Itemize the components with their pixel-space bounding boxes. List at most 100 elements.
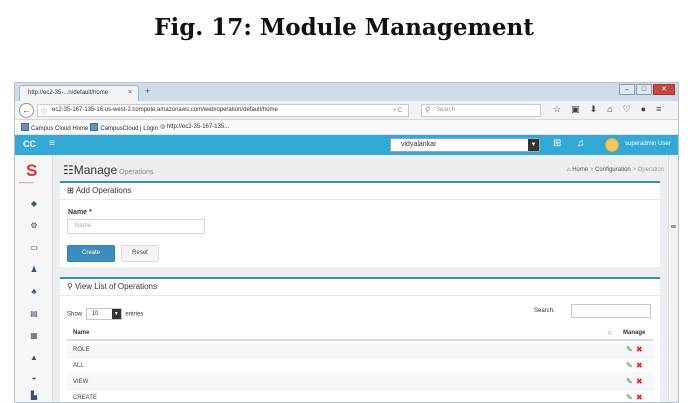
create-button[interactable]: Create [67, 245, 115, 262]
bookmark-icon [90, 123, 99, 131]
table-header: Name ⇅ Manage [67, 326, 653, 341]
delete-icon[interactable]: ✖ [636, 361, 643, 370]
avatar[interactable] [605, 138, 619, 152]
edit-icon[interactable]: ✎ [626, 361, 633, 370]
sidebar: S ━━━━━━━━ ◆ ⚙ ▭ ♟ ♣ ▤ ▦ ▲ ◒ ▙ [15, 155, 53, 402]
address-bar[interactable]: ⓘ ec2-35-167-135-16.us-west-2.compute.am… [37, 104, 409, 117]
notification-bell-icon[interactable]: ♫ [577, 138, 585, 149]
browser-search-input[interactable]: ⚲ Search [421, 104, 541, 117]
sidebar-toggle-icon[interactable]: ≡ [49, 138, 55, 149]
name-placeholder: Name [75, 223, 92, 229]
page-length-select[interactable]: 10 ▼ [85, 308, 122, 320]
new-tab-icon[interactable]: + [145, 86, 150, 96]
row-name: CREATE [73, 395, 97, 401]
person-icon[interactable]: ▲ [15, 353, 53, 362]
search-icon: ⚲ [67, 282, 73, 291]
building-icon[interactable]: ▙ [15, 391, 53, 400]
logo-mark: ━━━━━━━━ [19, 181, 34, 185]
table-row: ALL ✎ ✖ [67, 359, 653, 374]
browser-screenshot: http://ec2-35-...n/default/home × + – □ … [14, 82, 679, 403]
chevron-down-icon: ▼ [111, 309, 121, 319]
row-name: ROLE [73, 347, 90, 353]
settings-icon[interactable]: ⚙ [15, 221, 53, 230]
user-add-icon[interactable]: ♟ [15, 265, 53, 274]
required-mark: * [89, 209, 92, 216]
search-icon: ⚲ [425, 107, 431, 114]
add-operation-panel: ⊞ Add Operations Name * Name Create Reset [60, 181, 660, 267]
tab-close-icon[interactable]: × [128, 89, 132, 96]
dashboard-icon[interactable]: ◆ [15, 199, 53, 208]
app-logo-text[interactable]: CC [23, 139, 36, 149]
back-icon[interactable]: ← [19, 103, 34, 118]
organization-value: vidyalankar [401, 141, 437, 148]
home-icon[interactable]: ⌂ [607, 104, 612, 115]
reader-icon[interactable]: ▣ [571, 104, 580, 115]
calendar-icon[interactable]: ▭ [15, 243, 53, 252]
edit-icon[interactable]: ✎ [626, 393, 633, 402]
window-controls: – □ ✕ [619, 84, 675, 95]
chevron-down-icon: ▼ [528, 139, 539, 151]
page-title: ☷Manage Operations [63, 163, 154, 177]
name-input[interactable]: Name [67, 219, 205, 234]
organization-select[interactable]: vidyalankar ▼ [390, 138, 540, 152]
maximize-icon[interactable]: □ [636, 84, 652, 95]
table-row: CREATE ✎ ✖ [67, 391, 653, 402]
close-window-icon[interactable]: ✕ [653, 84, 675, 95]
table-search-input[interactable] [571, 304, 651, 318]
users-icon[interactable]: ♣ [15, 287, 53, 296]
table-row: VIEW ✎ ✖ [67, 375, 653, 390]
star-icon[interactable]: ☆ [553, 104, 561, 115]
campus-logo: S [26, 161, 38, 180]
table-search-label: Search: [534, 308, 555, 314]
reload-icon[interactable]: ▿ C [393, 107, 402, 114]
info-icon[interactable]: ⓘ [41, 107, 47, 116]
download-icon[interactable]: ⬇ [590, 104, 598, 115]
sort-icon[interactable]: ⇅ [607, 330, 612, 337]
pocket-icon[interactable]: ♡ [623, 104, 631, 115]
bookmarks-bar: Campus Cloud Home CampusCloud | Login ◎ … [15, 120, 678, 135]
row-name: ALL [73, 363, 84, 369]
chat-icon[interactable]: ◒ [15, 373, 53, 382]
page-title-icon: ☷ [63, 163, 74, 177]
delete-icon[interactable]: ✖ [636, 377, 643, 386]
scrollbar-thumb[interactable] [671, 225, 676, 228]
reset-button[interactable]: Reset [121, 245, 159, 262]
bookmark-item[interactable]: CampusCloud | Login [90, 123, 158, 134]
grid-icon[interactable]: ▦ [15, 331, 53, 340]
bookmark-item[interactable]: Campus Cloud Home [21, 123, 88, 134]
list-icon[interactable]: ▤ [15, 309, 53, 318]
breadcrumb-operation: Operation [637, 167, 664, 173]
breadcrumb-configuration[interactable]: Configuration [595, 167, 631, 173]
menu-icon[interactable]: ≡ [656, 104, 661, 115]
toolbar-icons: ☆ ▣ ⬇ ⌂ ♡ ● ≡ [553, 104, 661, 115]
extension-icon[interactable]: ● [641, 104, 646, 115]
tab-title: http://ec2-35-...n/default/home [28, 90, 109, 96]
edit-icon[interactable]: ✎ [626, 377, 633, 386]
row-name: VIEW [73, 379, 89, 385]
breadcrumb-home[interactable]: Home [572, 167, 588, 173]
search-placeholder: Search [436, 107, 456, 113]
bookmark-item[interactable]: ◎ http://ec2-35-167-135... [160, 123, 229, 134]
column-name[interactable]: Name [73, 330, 89, 336]
navigation-bar: ← ⓘ ec2-35-167-135-16.us-west-2.compute.… [15, 101, 678, 120]
apps-grid-icon[interactable]: ⊞ [553, 138, 561, 149]
table-row: ROLE ✎ ✖ [67, 343, 653, 358]
minimize-icon[interactable]: – [619, 84, 635, 95]
home-icon: ⌂ [566, 167, 571, 173]
edit-icon[interactable]: ✎ [626, 345, 633, 354]
url-text: ec2-35-167-135-16.us-west-2.compute.amaz… [52, 107, 278, 113]
add-operation-header: ⊞ Add Operations [60, 183, 660, 200]
app-header: CC ≡ vidyalankar ▼ ⊞ ♫ superadmin User [15, 135, 678, 155]
browser-tab-bar: http://ec2-35-...n/default/home × + – □ … [15, 83, 678, 101]
main-content: ☷Manage Operations ⌂ Home > Configuration… [53, 155, 670, 402]
page-scrollbar[interactable] [668, 155, 678, 402]
globe-icon: ◎ [159, 124, 167, 130]
operations-list-panel: ⚲ View List of Operations Show 10 ▼ entri… [60, 277, 660, 402]
delete-icon[interactable]: ✖ [636, 345, 643, 354]
page-length-control: Show 10 ▼ entries [67, 308, 143, 320]
delete-icon[interactable]: ✖ [636, 393, 643, 402]
user-name[interactable]: superadmin User [625, 141, 671, 147]
page-subtitle: Operations [119, 169, 154, 176]
plus-square-icon: ⊞ [67, 186, 74, 195]
browser-tab[interactable]: http://ec2-35-...n/default/home × [19, 85, 139, 101]
